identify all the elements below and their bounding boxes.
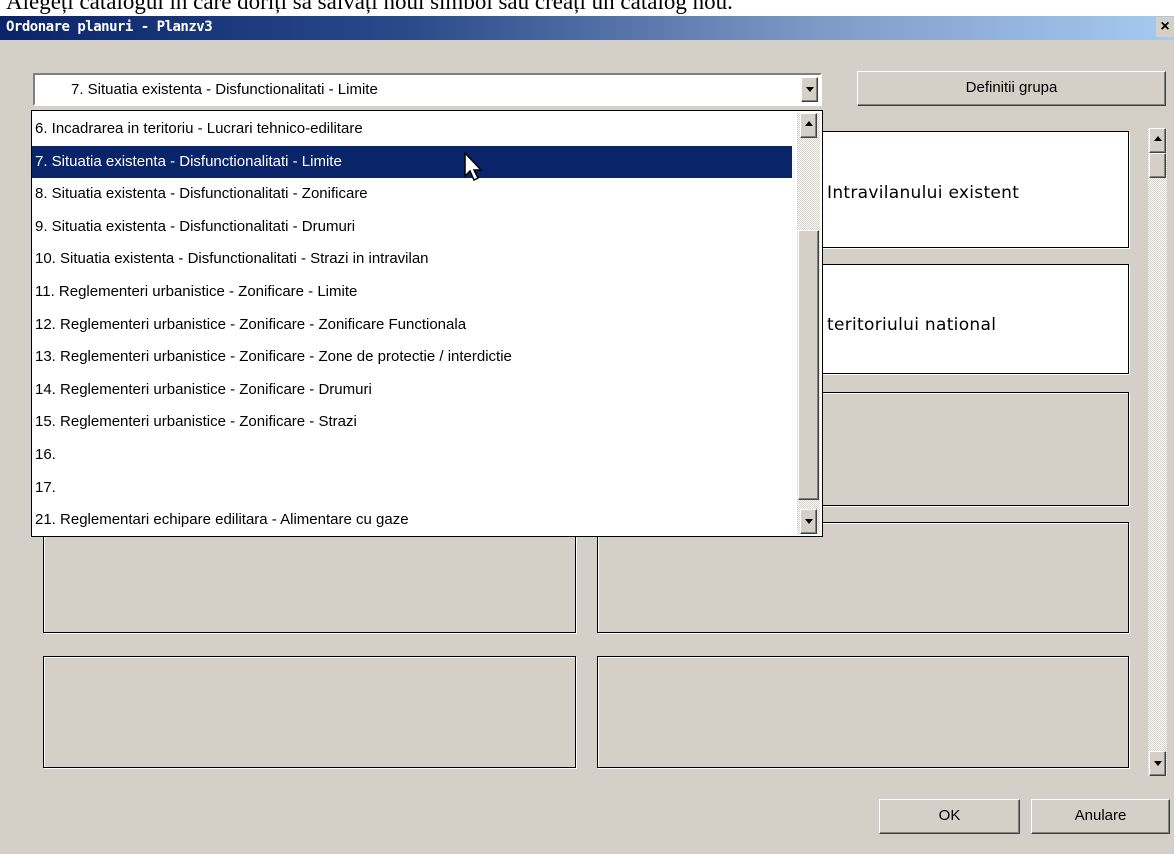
ok-button[interactable]: OK <box>879 799 1020 834</box>
arrow-down-icon <box>1154 761 1162 766</box>
chevron-down-icon <box>806 87 814 92</box>
scroll-up-button[interactable] <box>1149 128 1166 153</box>
mouse-pointer-icon <box>464 152 483 182</box>
dropdown-item[interactable]: 16. <box>32 439 792 472</box>
dropdown-scroll-up-button[interactable] <box>800 113 817 138</box>
dropdown-item[interactable]: 17. <box>32 472 792 505</box>
dropdown-item[interactable]: 21. Reglementari echipare edilitara - Al… <box>32 504 792 537</box>
dropdown-item[interactable]: 7. Situatia existenta - Disfunctionalita… <box>32 145 792 179</box>
dropdown-scroll-down-button[interactable] <box>800 509 817 534</box>
plan-slot-left-4[interactable] <box>43 522 576 633</box>
window-title: Ordonare planuri - Planzv3 <box>6 19 213 35</box>
close-icon[interactable]: × <box>1156 17 1174 37</box>
background-document-text: Alegeți catalogul în care doriți să salv… <box>0 0 1174 16</box>
dropdown-scrollbar[interactable] <box>797 113 820 534</box>
dropdown-items: 6. Incadrarea in teritoriu - Lucrari teh… <box>32 113 792 537</box>
plan-slot-right-2-label: teritoriului national <box>827 315 997 335</box>
dropdown-item[interactable]: 8. Situatia existenta - Disfunctionalita… <box>32 178 792 211</box>
dropdown-item[interactable]: 12. Reglementeri urbanistice - Zonificar… <box>32 309 792 342</box>
dropdown-item[interactable]: 10. Situatia existenta - Disfunctionalit… <box>32 243 792 276</box>
dropdown-item[interactable]: 6. Incadrarea in teritoriu - Lucrari teh… <box>32 113 792 146</box>
dropdown-item[interactable]: 14. Reglementeri urbanistice - Zonificar… <box>32 374 792 407</box>
arrow-up-icon <box>805 121 813 126</box>
panels-scrollbar[interactable] <box>1148 128 1167 776</box>
title-bar[interactable]: Ordonare planuri - Planzv3 × <box>0 16 1174 40</box>
definitii-grupa-button[interactable]: Definitii grupa <box>857 71 1166 106</box>
arrow-up-icon <box>1154 136 1162 141</box>
dropdown-item[interactable]: 9. Situatia existenta - Disfunctionalita… <box>32 211 792 244</box>
arrow-down-icon <box>805 519 813 524</box>
plan-group-dropdown-list[interactable]: 6. Incadrarea in teritoriu - Lucrari teh… <box>31 110 823 537</box>
dropdown-scroll-thumb[interactable] <box>798 230 819 500</box>
plan-group-select[interactable]: 7. Situatia existenta - Disfunctionalita… <box>33 73 822 106</box>
plan-slot-right-4[interactable] <box>597 522 1129 633</box>
scroll-down-button[interactable] <box>1149 751 1166 776</box>
plan-slot-left-5[interactable] <box>43 656 576 768</box>
plan-slot-right-5[interactable] <box>597 656 1129 768</box>
cancel-button[interactable]: Anulare <box>1031 799 1170 834</box>
plan-slot-right-1-label: Intravilanului existent <box>827 183 1020 203</box>
scroll-thumb[interactable] <box>1149 153 1166 178</box>
dropdown-item[interactable]: 13. Reglementeri urbanistice - Zonificar… <box>32 341 792 374</box>
dropdown-item[interactable]: 15. Reglementeri urbanistice - Zonificar… <box>32 406 792 439</box>
plan-group-select-value: 7. Situatia existenta - Disfunctionalita… <box>71 81 378 98</box>
dropdown-button[interactable] <box>801 77 818 102</box>
dropdown-item[interactable]: 11. Reglementeri urbanistice - Zonificar… <box>32 276 792 309</box>
